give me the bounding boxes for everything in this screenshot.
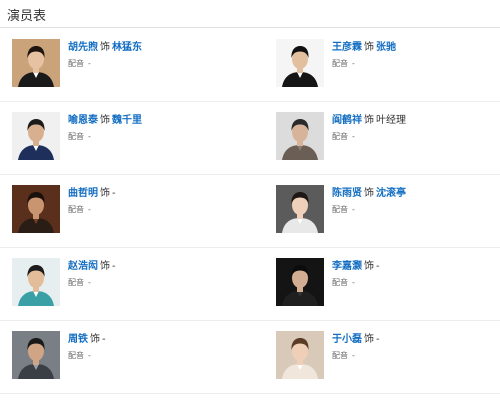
voice-value: - xyxy=(88,351,91,360)
as-label: 饰 xyxy=(100,115,110,126)
voice-label: 配音 xyxy=(68,205,84,214)
cast-card: 阎鹤祥饰叶经理 配音 - xyxy=(276,112,496,172)
voice-value: - xyxy=(352,132,355,141)
actor-photo[interactable] xyxy=(12,112,60,160)
role-name: 叶经理 xyxy=(376,115,406,126)
role-name: - xyxy=(112,188,116,199)
as-label: 饰 xyxy=(364,115,374,126)
cast-card: 于小磊饰 - 配音 - xyxy=(276,331,496,391)
voice-label: 配音 xyxy=(332,278,348,287)
role-name: - xyxy=(376,334,380,345)
row-divider xyxy=(0,320,500,321)
cast-card: 赵浩闳饰 - 配音 - xyxy=(12,258,232,318)
cast-card: 王彦霖饰张驰 配音 - xyxy=(276,39,496,99)
title-divider xyxy=(0,27,500,28)
role-name-link[interactable]: 张驰 xyxy=(376,42,396,53)
as-label: 饰 xyxy=(364,42,374,53)
actor-photo[interactable] xyxy=(276,112,324,160)
role-name-link[interactable]: 沈滚亭 xyxy=(376,188,406,199)
section-title: 演员表 xyxy=(7,9,47,24)
voice-value: - xyxy=(352,59,355,68)
voice-label: 配音 xyxy=(68,132,84,141)
voice-label: 配音 xyxy=(68,59,84,68)
voice-value: - xyxy=(352,278,355,287)
voice-label: 配音 xyxy=(68,351,84,360)
voice-value: - xyxy=(352,205,355,214)
actor-name-link[interactable]: 王彦霖 xyxy=(332,42,362,53)
actor-name-link[interactable]: 于小磊 xyxy=(332,334,362,345)
voice-value: - xyxy=(88,205,91,214)
actor-name-link[interactable]: 曲哲明 xyxy=(68,188,98,199)
cast-card: 周铁饰 - 配音 - xyxy=(12,331,232,391)
as-label: 饰 xyxy=(100,188,110,199)
row-divider xyxy=(0,101,500,102)
cast-card: 陈雨贤饰沈滚亭 配音 - xyxy=(276,185,496,245)
actor-photo[interactable] xyxy=(12,185,60,233)
actor-name-link[interactable]: 胡先煦 xyxy=(68,42,98,53)
voice-label: 配音 xyxy=(332,132,348,141)
voice-label: 配音 xyxy=(68,278,84,287)
voice-label: 配音 xyxy=(332,205,348,214)
as-label: 饰 xyxy=(364,188,374,199)
actor-photo[interactable] xyxy=(12,258,60,306)
cast-card: 曲哲明饰 - 配音 - xyxy=(12,185,232,245)
actor-photo[interactable] xyxy=(276,185,324,233)
role-name: - xyxy=(112,261,116,272)
row-divider xyxy=(0,393,500,394)
voice-value: - xyxy=(352,351,355,360)
actor-photo[interactable] xyxy=(276,331,324,379)
actor-photo[interactable] xyxy=(12,39,60,87)
as-label: 饰 xyxy=(364,334,374,345)
voice-value: - xyxy=(88,278,91,287)
actor-photo[interactable] xyxy=(276,39,324,87)
as-label: 饰 xyxy=(364,261,374,272)
role-name-link[interactable]: 魏千里 xyxy=(112,115,142,126)
actor-name-link[interactable]: 李嘉灏 xyxy=(332,261,362,272)
cast-card: 胡先煦饰林猛东 配音 - xyxy=(12,39,232,99)
actor-name-link[interactable]: 周铁 xyxy=(68,334,88,345)
actor-photo[interactable] xyxy=(12,331,60,379)
actor-name-link[interactable]: 阎鹤祥 xyxy=(332,115,362,126)
voice-value: - xyxy=(88,132,91,141)
voice-label: 配音 xyxy=(332,59,348,68)
voice-label: 配音 xyxy=(332,351,348,360)
cast-card: 喻恩泰饰魏千里 配音 - xyxy=(12,112,232,172)
row-divider xyxy=(0,174,500,175)
role-name-link[interactable]: 林猛东 xyxy=(112,42,142,53)
as-label: 饰 xyxy=(100,261,110,272)
actor-name-link[interactable]: 赵浩闳 xyxy=(68,261,98,272)
voice-value: - xyxy=(88,59,91,68)
actor-photo[interactable] xyxy=(276,258,324,306)
cast-card: 李嘉灏饰 - 配音 - xyxy=(276,258,496,318)
as-label: 饰 xyxy=(90,334,100,345)
row-divider xyxy=(0,247,500,248)
actor-name-link[interactable]: 喻恩泰 xyxy=(68,115,98,126)
role-name: - xyxy=(102,334,106,345)
as-label: 饰 xyxy=(100,42,110,53)
role-name: - xyxy=(376,261,380,272)
actor-name-link[interactable]: 陈雨贤 xyxy=(332,188,362,199)
